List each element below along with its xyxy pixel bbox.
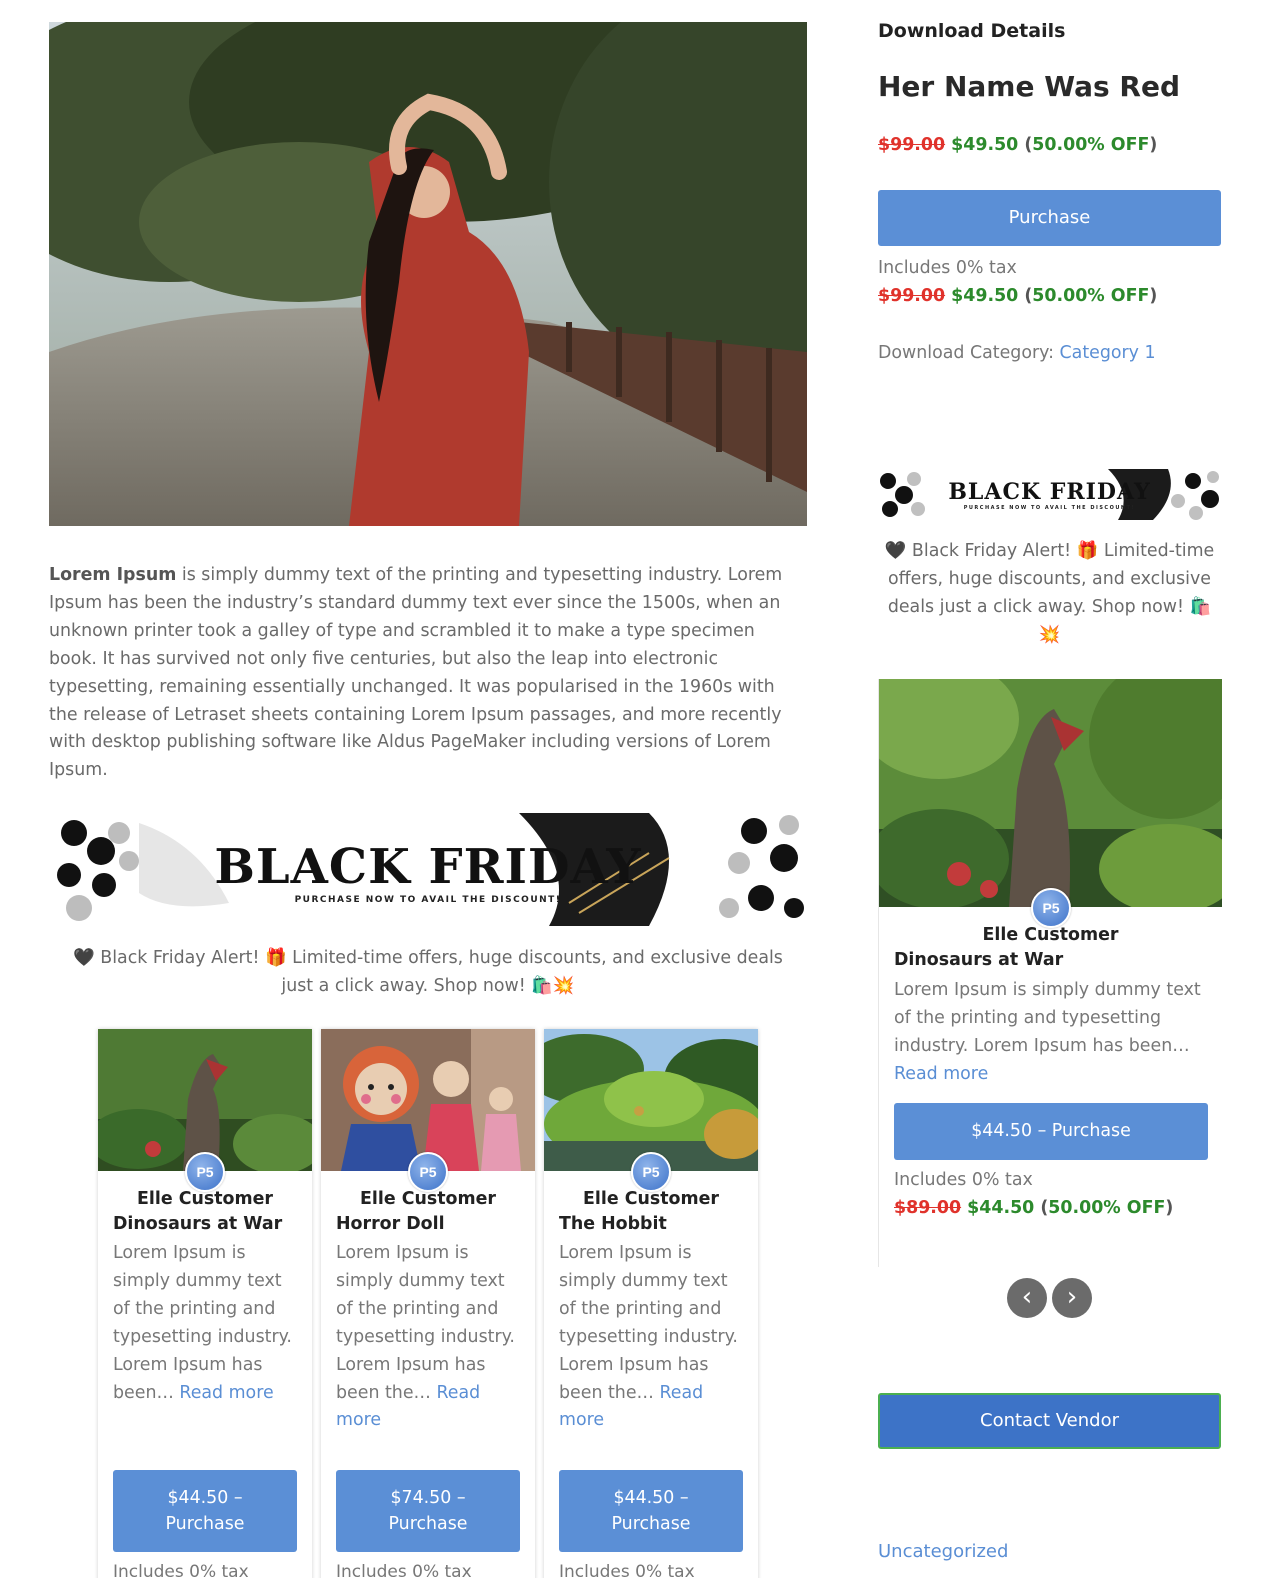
- old-price: $99.00: [878, 286, 946, 306]
- banner-title: BLACK FRIDAY: [948, 479, 1151, 505]
- product-card[interactable]: P5 Elle Customer Dinosaurs at War Lorem …: [98, 1029, 312, 1578]
- vendor-name[interactable]: Elle Customer: [113, 1189, 297, 1209]
- chevron-left-icon: ‹: [1021, 1282, 1033, 1312]
- purchase-button[interactable]: $74.50 – Purchase: [336, 1470, 520, 1552]
- vendor-avatar[interactable]: P5: [631, 1152, 671, 1192]
- purchase-price: $44.50 –: [613, 1488, 689, 1508]
- contact-vendor-button[interactable]: Contact Vendor: [878, 1393, 1221, 1449]
- vendor-avatar[interactable]: P5: [408, 1152, 448, 1192]
- uncategorized-link[interactable]: Uncategorized: [878, 1541, 1008, 1562]
- sidebar-product-slide[interactable]: P5 Elle Customer Dinosaurs at War Lorem …: [878, 679, 1222, 1267]
- product-name: Her Name Was Red: [878, 70, 1181, 103]
- discount-label: 50.00% OFF: [1032, 135, 1150, 155]
- product-thumbnail[interactable]: [544, 1029, 758, 1171]
- purchase-label: Purchase: [165, 1514, 245, 1534]
- new-price: $44.50: [967, 1198, 1035, 1218]
- purchase-button[interactable]: Purchase: [878, 190, 1221, 246]
- vendor-avatar[interactable]: P5: [1031, 888, 1071, 928]
- purchase-label: Purchase: [388, 1514, 468, 1534]
- download-details-heading: Download Details: [878, 20, 1066, 42]
- product-card[interactable]: P5 Elle Customer Horror Doll Lorem Ipsum…: [321, 1029, 535, 1578]
- discount-label: 50.00% OFF: [1048, 1198, 1166, 1218]
- sidebar-black-friday-banner[interactable]: BLACK FRIDAY PURCHASE NOW TO AVAIL THE D…: [878, 469, 1221, 520]
- new-price: $49.50: [951, 135, 1019, 155]
- product-thumbnail[interactable]: [879, 679, 1222, 907]
- product-title[interactable]: Dinosaurs at War: [894, 950, 1063, 970]
- black-friday-banner[interactable]: BLACK FRIDAY PURCHASE NOW TO AVAIL THE D…: [49, 813, 807, 926]
- discount-label: 50.00% OFF: [1032, 286, 1150, 306]
- excerpt-text: Lorem Ipsum is simply dummy text of the …: [336, 1243, 515, 1403]
- banner-title: BLACK FRIDAY: [214, 839, 642, 895]
- price-line: $99.00 $49.50 (50.00% OFF): [878, 135, 1158, 155]
- tax-note: Includes 0% tax: [894, 1170, 1033, 1190]
- promo-text: 🖤 Black Friday Alert! 🎁 Limited-time off…: [884, 541, 1215, 645]
- description-text: Lorem Ipsum is simply dummy text of the …: [49, 562, 805, 785]
- banner-subtitle: PURCHASE NOW TO AVAIL THE DISCOUNT!: [294, 895, 562, 905]
- purchase-label: Purchase: [611, 1514, 691, 1534]
- old-price: $89.00: [894, 1198, 962, 1218]
- product-excerpt: Lorem Ipsum is simply dummy text of the …: [113, 1240, 299, 1407]
- purchase-price: $74.50 –: [390, 1488, 466, 1508]
- purchase-button[interactable]: $44.50 – Purchase: [559, 1470, 743, 1552]
- category-link[interactable]: Category 1: [1060, 343, 1156, 363]
- excerpt-text: Lorem Ipsum is simply dummy text of the …: [894, 980, 1201, 1056]
- product-title[interactable]: Dinosaurs at War: [113, 1214, 282, 1234]
- read-more-link[interactable]: Read more: [894, 1064, 988, 1084]
- product-excerpt: Lorem Ipsum is simply dummy text of the …: [894, 977, 1212, 1089]
- banner-subtitle: PURCHASE NOW TO AVAIL THE DISCOUNT!: [963, 505, 1136, 511]
- price-line: $99.00 $49.50 (50.00% OFF): [878, 286, 1158, 306]
- price-line: $89.00 $44.50 (50.00% OFF): [894, 1198, 1174, 1218]
- description-body: is simply dummy text of the printing and…: [49, 565, 783, 781]
- tax-note: Includes 0% tax: [559, 1562, 695, 1578]
- product-title[interactable]: Horror Doll: [336, 1214, 445, 1234]
- product-thumbnail[interactable]: [321, 1029, 535, 1171]
- product-card[interactable]: P5 Elle Customer The Hobbit Lorem Ipsum …: [544, 1029, 758, 1578]
- read-more-link[interactable]: Read more: [179, 1383, 273, 1403]
- product-thumbnail[interactable]: [98, 1029, 312, 1171]
- chevron-right-icon: ›: [1066, 1282, 1078, 1312]
- category-label: Download Category:: [878, 343, 1060, 363]
- purchase-price: $44.50 –: [167, 1488, 243, 1508]
- product-title[interactable]: The Hobbit: [559, 1214, 667, 1234]
- vendor-avatar[interactable]: P5: [185, 1152, 225, 1192]
- tax-note: Includes 0% tax: [113, 1562, 249, 1578]
- hero-image: [49, 22, 807, 526]
- purchase-button[interactable]: $44.50 – Purchase: [113, 1470, 297, 1552]
- tax-note: Includes 0% tax: [336, 1562, 472, 1578]
- product-excerpt: Lorem Ipsum is simply dummy text of the …: [336, 1240, 522, 1435]
- purchase-button[interactable]: $44.50 – Purchase: [894, 1103, 1208, 1160]
- vendor-name[interactable]: Elle Customer: [894, 925, 1207, 945]
- tax-note: Includes 0% tax: [878, 258, 1017, 278]
- excerpt-text: Lorem Ipsum is simply dummy text of the …: [113, 1243, 292, 1403]
- new-price: $49.50: [951, 286, 1019, 306]
- slider-next-button[interactable]: ›: [1052, 1278, 1092, 1318]
- excerpt-text: Lorem Ipsum is simply dummy text of the …: [559, 1243, 738, 1403]
- vendor-name[interactable]: Elle Customer: [559, 1189, 743, 1209]
- vendor-name[interactable]: Elle Customer: [336, 1189, 520, 1209]
- product-excerpt: Lorem Ipsum is simply dummy text of the …: [559, 1240, 745, 1435]
- old-price: $99.00: [878, 135, 946, 155]
- description-bold: Lorem Ipsum: [49, 565, 177, 585]
- slider-prev-button[interactable]: ‹: [1007, 1278, 1047, 1318]
- download-category: Download Category: Category 1: [878, 343, 1156, 363]
- promo-text: 🖤 Black Friday Alert! 🎁 Limited-time off…: [73, 948, 783, 996]
